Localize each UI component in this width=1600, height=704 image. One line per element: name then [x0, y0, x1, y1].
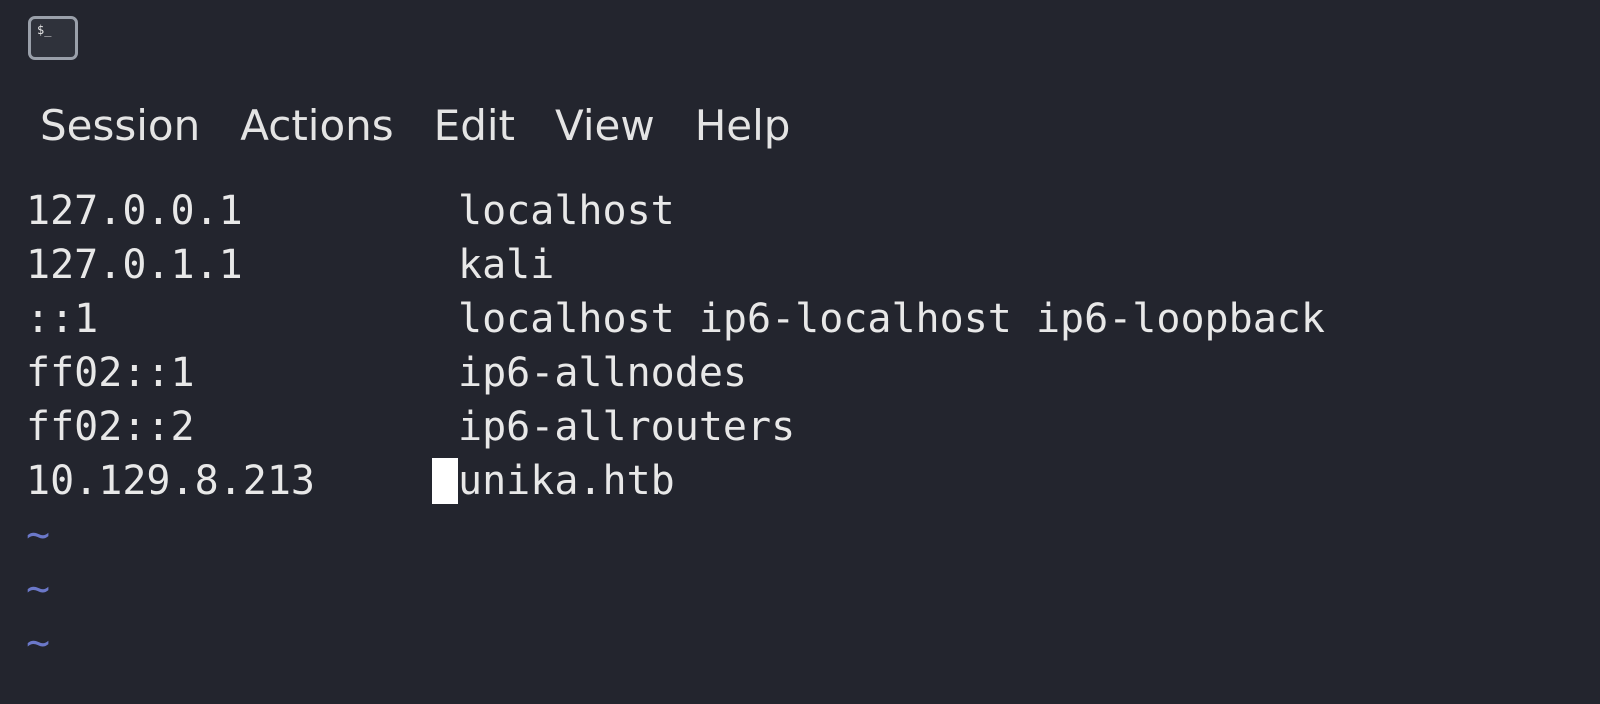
- menu-actions[interactable]: Actions: [240, 94, 393, 158]
- empty-line-marker: ~: [26, 620, 51, 666]
- hostnames: ip6-allnodes: [458, 350, 747, 396]
- ip-address: ff02::1: [26, 350, 195, 396]
- hosts-line: ::1 localhost ip6-localhost ip6-loopback: [26, 292, 1586, 346]
- hosts-line: 127.0.0.1 localhost: [26, 184, 1586, 238]
- hostnames: localhost ip6-localhost ip6-loopback: [458, 296, 1325, 342]
- ip-address: 10.129.8.213: [26, 458, 315, 504]
- title-bar: $_: [0, 0, 1600, 84]
- ip-address: 127.0.0.1: [26, 188, 243, 234]
- hostnames: ip6-allrouters: [458, 404, 796, 450]
- ip-address: 127.0.1.1: [26, 242, 243, 288]
- empty-line-marker: ~: [26, 566, 51, 612]
- terminal-prompt-glyph: $_: [37, 23, 52, 37]
- text-editor[interactable]: 127.0.0.1 localhost 127.0.1.1 kali ::1 l…: [26, 184, 1586, 694]
- text-cursor: [432, 458, 458, 504]
- empty-line-marker: ~: [26, 512, 51, 558]
- menu-bar: Session Actions Edit View Help: [0, 94, 1600, 158]
- hostnames: localhost: [458, 188, 675, 234]
- hosts-line: ff02::1 ip6-allnodes: [26, 346, 1586, 400]
- menu-view[interactable]: View: [555, 94, 655, 158]
- terminal-icon[interactable]: $_: [28, 16, 78, 60]
- hostnames: unika.htb: [458, 458, 675, 504]
- ip-address: ::1: [26, 296, 99, 342]
- hosts-line: 127.0.1.1 kali: [26, 238, 1586, 292]
- hosts-line: ff02::2 ip6-allrouters: [26, 400, 1586, 454]
- menu-help[interactable]: Help: [695, 94, 791, 158]
- hostnames: kali: [458, 242, 555, 288]
- ip-address: ff02::2: [26, 404, 195, 450]
- hosts-line-active: 10.129.8.213 unika.htb: [26, 454, 1586, 508]
- menu-session[interactable]: Session: [40, 94, 200, 158]
- menu-edit[interactable]: Edit: [434, 94, 515, 158]
